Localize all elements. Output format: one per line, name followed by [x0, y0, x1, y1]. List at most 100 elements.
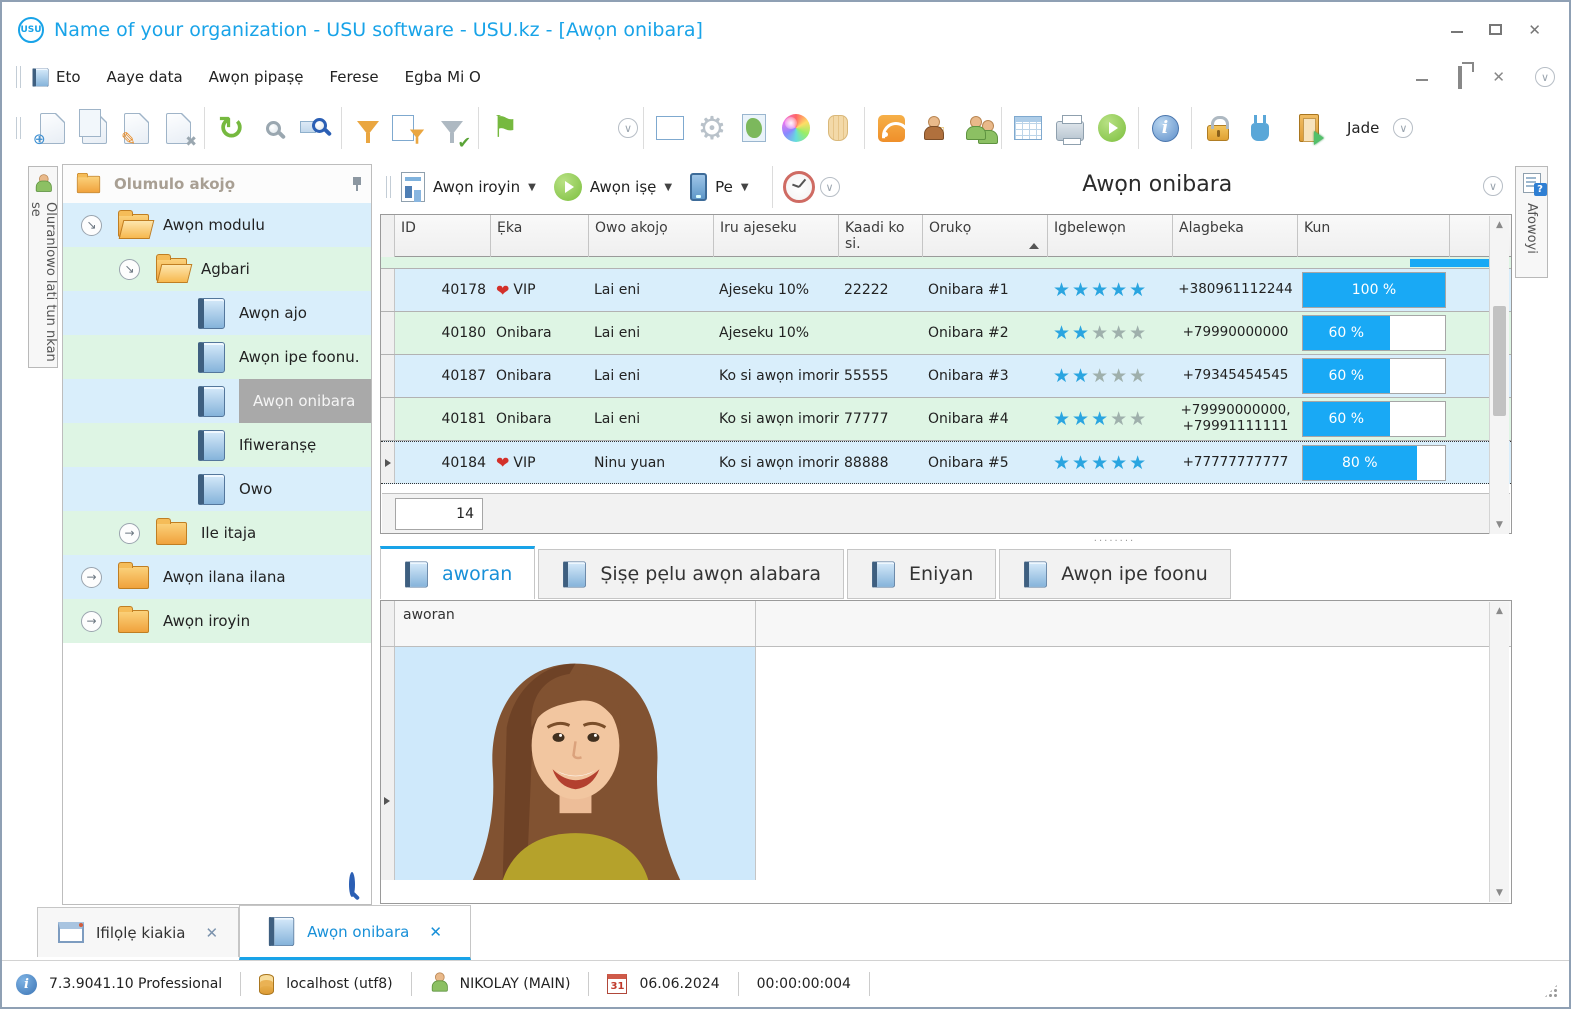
photo-panel-scrollbar[interactable]: ▲ ▼ [1489, 602, 1509, 902]
resize-grip[interactable] [1543, 983, 1559, 999]
user-permissions-button[interactable]: ⚿ [912, 105, 954, 151]
column-header-kaadi[interactable]: Kaadi ko si. [839, 215, 923, 257]
tree-item-awon-ipe-foonu[interactable]: Awọn ipe foonu. [63, 335, 371, 379]
mdi-window-list-chevron[interactable]: ∨ [1535, 67, 1555, 87]
tree-item-awon-ajo[interactable]: Awọn ajo [63, 291, 371, 335]
filter-panel-button[interactable] [389, 105, 431, 151]
tab-awon-ipe-foonu[interactable]: Awọn ipe foonu [999, 549, 1231, 599]
column-header-eka[interactable]: Ẹka [491, 215, 589, 257]
info-button[interactable]: i [1144, 105, 1186, 151]
column-header-id[interactable]: ID [395, 215, 491, 257]
grid-row-5-selected[interactable]: 40184 ❤ VIP Ninu yuan Ko si awọn imoriri … [381, 441, 1511, 484]
tab-ifilole-kiakia[interactable]: Ifilọlẹ kiakia ✕ [37, 907, 240, 957]
expand-icon[interactable]: → [81, 566, 102, 588]
search-button[interactable] [252, 105, 294, 151]
grid-row-3[interactable]: 40187 Onibara Lai eni Ko si awọn imoriri… [381, 355, 1511, 398]
expand-icon[interactable]: → [119, 522, 140, 544]
scroll-up-icon[interactable]: ▲ [1490, 602, 1509, 620]
users-button[interactable] [954, 105, 998, 151]
close-button[interactable]: ✕ [1528, 21, 1541, 39]
actions-dropdown[interactable]: Awọn iṣẹ ▼ [553, 173, 672, 201]
advanced-search-button[interactable] [294, 105, 336, 151]
scroll-up-icon[interactable]: ▲ [1490, 216, 1509, 234]
menu-aaye-data[interactable]: Aaye data [107, 68, 183, 86]
collapse-icon[interactable]: ↘ [119, 258, 140, 280]
client-photo[interactable] [395, 647, 756, 880]
feed-button[interactable] [870, 105, 912, 151]
toolbar-right-chevron[interactable]: ∨ [1393, 118, 1414, 138]
grid-scrollbar[interactable]: ▲ ▼ [1489, 216, 1509, 534]
close-tab-icon[interactable]: ✕ [429, 923, 442, 941]
reports-dropdown[interactable]: Awọn iroyin ▼ [401, 172, 536, 202]
scroll-thumb[interactable] [1493, 306, 1506, 416]
tree-item-ile-itaja[interactable]: → Ile itaja [63, 511, 371, 555]
table-button[interactable] [1007, 105, 1049, 151]
toolbar-overflow-chevron[interactable]: ∨ [618, 118, 638, 138]
column-header-owo-akojo[interactable]: Owo akojọ [589, 215, 714, 257]
settings-button[interactable]: ⚙ [691, 105, 733, 151]
photo-column-header[interactable]: aworan [395, 601, 756, 646]
pan-button[interactable] [817, 105, 859, 151]
tab-aworan[interactable]: aworan [380, 546, 536, 599]
scheduler-button[interactable] [778, 164, 820, 210]
phone-icon [690, 173, 708, 201]
column-header-iru-ajeseku[interactable]: Iru ajeseku [714, 215, 839, 257]
map-button[interactable] [733, 105, 775, 151]
column-header-kun[interactable]: Kun [1298, 215, 1450, 257]
tree-item-agbari[interactable]: ↘ Agbari [63, 247, 371, 291]
refresh-button[interactable]: ↻ [210, 105, 252, 151]
assistant-side-tab[interactable]: Oluranlowo lati tun nkan se [28, 166, 58, 368]
call-dropdown[interactable]: Pe ▼ [690, 173, 749, 201]
pin-icon[interactable] [353, 177, 361, 191]
print-button[interactable] [1049, 105, 1091, 151]
tab-awon-onibara[interactable]: Awọn onibara ✕ [239, 905, 471, 960]
close-tab-icon[interactable]: ✕ [205, 924, 218, 942]
manual-side-tab[interactable]: ? Afowoyi [1515, 166, 1548, 278]
minimize-button[interactable] [1451, 21, 1464, 39]
grid-row-1[interactable]: 40178 ❤ VIP Lai eni Ajeseku 10% 22222 Oni… [381, 269, 1511, 312]
tree-item-awon-iroyin[interactable]: → Awọn iroyin [63, 599, 371, 643]
column-header-igbelewon[interactable]: Igbelewọn [1048, 215, 1173, 257]
grid-row-2[interactable]: 40180 Onibara Lai eni Ajeseku 10% Onibar… [381, 312, 1511, 355]
delete-record-button[interactable]: ✖ [157, 105, 199, 151]
column-header-alagbeka[interactable]: Alagbeka [1173, 215, 1298, 257]
edit-record-button[interactable]: ✎ [115, 105, 157, 151]
tab-sise-pelu-awon-alabara[interactable]: Ṣiṣẹ pẹlu awọn alabara [538, 549, 845, 599]
filter-button[interactable] [347, 105, 389, 151]
menu-awon-pipase[interactable]: Awọn pipaṣẹ [209, 68, 304, 86]
scroll-down-icon[interactable]: ▼ [1490, 884, 1509, 902]
menu-eto[interactable]: Eto [56, 68, 81, 86]
exit-label[interactable]: Jade [1347, 119, 1379, 137]
grid-row-4[interactable]: 40181 Onibara Lai eni Ko si awọn imoriri… [381, 398, 1511, 441]
tree-item-ifiweranse[interactable]: Ifiweranṣẹ [63, 423, 371, 467]
mdi-minimize-button[interactable] [1416, 68, 1429, 87]
mdi-close-button[interactable]: ✕ [1492, 68, 1505, 86]
mdi-restore-button[interactable] [1458, 65, 1463, 89]
tree-item-owo[interactable]: Owo [63, 467, 371, 511]
go-button[interactable] [1091, 105, 1133, 151]
menu-egba-mi-o[interactable]: Egba Mi O [405, 68, 481, 86]
column-header-oruko[interactable]: Orukọ [923, 215, 1048, 257]
tree-item-awon-ilana-ilana[interactable]: → Awọn ilana ilana [63, 555, 371, 599]
sidebar-search-button[interactable] [349, 872, 355, 897]
add-record-button[interactable]: ⊕ [31, 105, 73, 151]
tree-item-awon-onibara[interactable]: Awọn onibara [63, 379, 371, 423]
flag-button[interactable]: ⚑ [484, 105, 526, 151]
tree-item-awon-modulu[interactable]: ↘ Awọn modulu [63, 203, 371, 247]
expand-icon[interactable]: → [81, 610, 102, 632]
exit-button[interactable] [1281, 105, 1337, 151]
tiles-view-button[interactable] [649, 105, 691, 151]
filter-apply-button[interactable]: ✔ [431, 105, 473, 151]
copy-record-button[interactable] [73, 105, 115, 151]
title-chevron[interactable]: ∨ [1483, 176, 1503, 196]
view-toolbar-chevron[interactable]: ∨ [819, 177, 840, 197]
collapse-icon[interactable]: ↘ [81, 214, 102, 236]
lock-button[interactable] [1197, 105, 1239, 151]
plugin-button[interactable] [1239, 105, 1281, 151]
maximize-button[interactable] [1489, 21, 1503, 39]
tab-eniyan[interactable]: Eniyan [847, 549, 997, 599]
colors-button[interactable] [775, 105, 817, 151]
menu-ferese[interactable]: Ferese [330, 68, 379, 86]
scroll-down-icon[interactable]: ▼ [1490, 516, 1509, 534]
selected-tree-item: Awọn onibara [239, 379, 371, 423]
